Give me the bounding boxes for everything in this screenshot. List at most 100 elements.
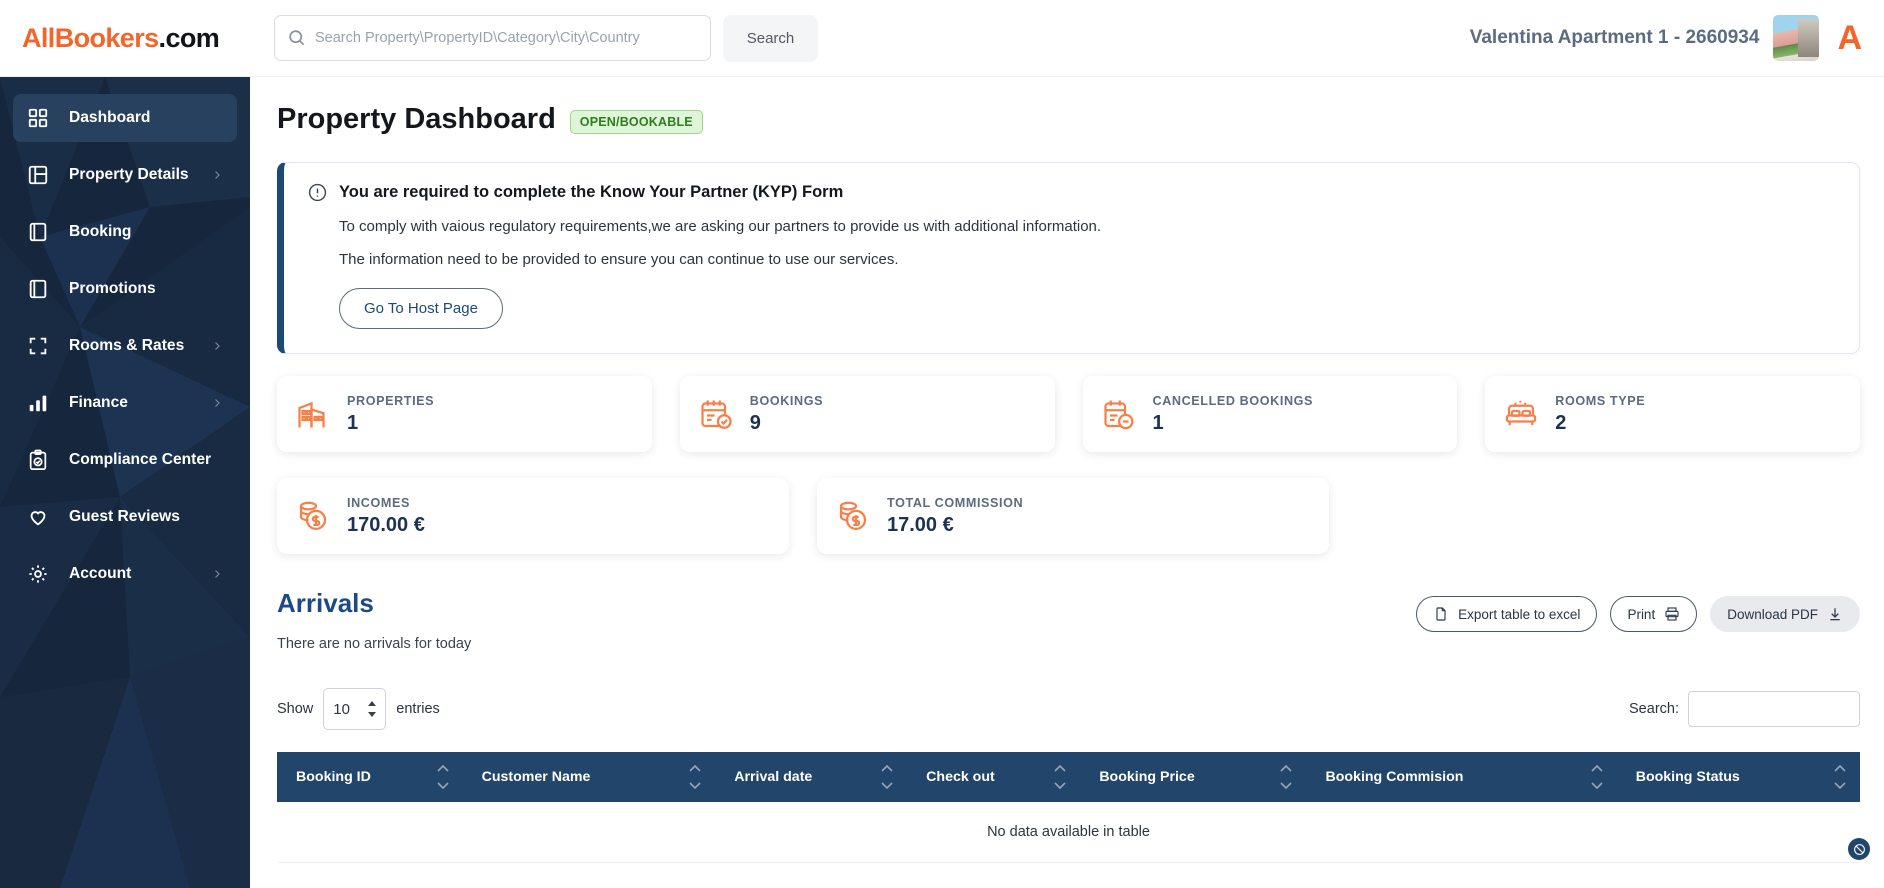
stat-value: 17.00 € <box>887 513 954 536</box>
column-header-booking-status[interactable]: Booking Status <box>1616 752 1860 802</box>
table-search-input[interactable] <box>1688 691 1860 727</box>
sort-toggle-icon[interactable] <box>689 764 701 790</box>
file-icon <box>1436 607 1446 621</box>
global-search-wrapper <box>274 15 711 61</box>
page-header: Property Dashboard OPEN/BOOKABLE <box>277 103 1860 136</box>
table-search-group: Search: <box>1629 691 1860 727</box>
print-button[interactable]: Print <box>1610 596 1698 632</box>
sidebar: Dashboard Property Details Booking Promo… <box>0 77 250 888</box>
sort-toggle-icon[interactable] <box>881 764 893 790</box>
stat-label: BOOKINGS <box>749 393 824 408</box>
stat-value: 1 <box>1152 411 1164 434</box>
column-label: Arrival date <box>734 769 813 785</box>
top-bar: AllBookers.com Search Valentina Apartmen… <box>0 0 1884 77</box>
column-header-booking-commision[interactable]: Booking Commision <box>1306 752 1617 802</box>
column-header-arrival-date[interactable]: Arrival date <box>715 752 908 802</box>
sidebar-item-promotions[interactable]: Promotions <box>13 265 237 313</box>
sort-toggle-icon[interactable] <box>1591 764 1603 790</box>
stat-card-properties[interactable]: PROPERTIES 1 <box>277 376 652 452</box>
sort-toggle-icon[interactable] <box>437 764 449 790</box>
search-button[interactable]: Search <box>723 14 818 62</box>
heart-icon <box>27 506 49 528</box>
entries-select[interactable]: 10 25 50 100 <box>323 688 387 730</box>
sidebar-item-guest-reviews[interactable]: Guest Reviews <box>13 493 237 541</box>
sidebar-item-label: Property Details <box>69 166 189 183</box>
alert-title-row: You are required to complete the Know Yo… <box>308 183 1835 202</box>
property-thumbnail[interactable] <box>1773 15 1820 61</box>
column-header-booking-id[interactable]: Booking ID <box>277 752 463 802</box>
column-header-customer-name[interactable]: Customer Name <box>462 752 716 802</box>
column-header-booking-price[interactable]: Booking Price <box>1080 752 1307 802</box>
table-head: Booking ID Customer Name Arrival date Ch… <box>277 752 1860 802</box>
brand-logo-part2: Bookers <box>54 22 159 53</box>
sort-toggle-icon[interactable] <box>1054 764 1066 790</box>
entries-label: entries <box>396 701 440 717</box>
layout-icon <box>27 164 49 186</box>
clipboard-check-icon <box>27 449 49 471</box>
alert-line-2: The information need to be provided to e… <box>339 251 899 268</box>
avatar[interactable]: A <box>1833 21 1862 55</box>
stat-label: TOTAL COMMISSION <box>887 495 1024 510</box>
column-label: Booking Price <box>1099 769 1195 785</box>
download-pdf-label: Download PDF <box>1727 606 1818 622</box>
stat-value: 1 <box>347 411 359 434</box>
go-to-host-page-button[interactable]: Go To Host Page <box>339 288 503 329</box>
sidebar-item-label: Account <box>69 565 132 582</box>
column-header-check-out[interactable]: Check out <box>907 752 1081 802</box>
sort-toggle-icon[interactable] <box>1280 764 1293 790</box>
kyp-alert: You are required to complete the Know Yo… <box>277 162 1860 354</box>
page-title: Property Dashboard <box>277 103 556 135</box>
brand-logo-part3: .com <box>158 22 220 53</box>
stat-value: 2 <box>1555 411 1567 434</box>
column-label: Booking Status <box>1635 769 1740 785</box>
download-pdf-button[interactable]: Download PDF <box>1710 596 1860 632</box>
exclamation-circle-icon <box>308 183 327 202</box>
table-body: No data available in table <box>277 802 1860 863</box>
column-label: Booking Commision <box>1325 769 1464 785</box>
sidebar-item-dashboard[interactable]: Dashboard <box>13 94 237 142</box>
sidebar-item-label: Finance <box>69 394 128 411</box>
calendar-minus-icon <box>1103 400 1133 430</box>
stat-card-cancelled-bookings[interactable]: CANCELLED BOOKINGS 1 <box>1082 376 1458 452</box>
show-label: Show <box>277 701 314 717</box>
stat-label: ROOMS TYPE <box>1555 393 1646 408</box>
alert-line-1: To comply with vaious regulatory require… <box>339 218 1102 235</box>
arrivals-title: Arrivals <box>277 588 374 618</box>
chevron-right-icon <box>215 171 220 179</box>
global-search-input[interactable] <box>274 15 711 61</box>
sidebar-item-property-details[interactable]: Property Details <box>13 151 237 199</box>
table-row: No data available in table <box>277 802 1860 863</box>
stat-card-rooms-type[interactable]: ROOMS TYPE 2 <box>1485 376 1860 452</box>
table-empty-message: No data available in table <box>277 802 1860 863</box>
settings-badge-icon[interactable] <box>1848 838 1870 860</box>
entries-select-wrapper: 10 25 50 100 <box>323 688 387 730</box>
sort-toggle-icon[interactable] <box>1834 764 1846 790</box>
sidebar-nav: Dashboard Property Details Booking Promo… <box>0 94 250 598</box>
column-label: Customer Name <box>481 769 591 785</box>
column-label: Booking ID <box>296 769 371 785</box>
sidebar-item-finance[interactable]: Finance <box>13 379 237 427</box>
search-icon <box>289 30 305 46</box>
stat-label: CANCELLED BOOKINGS <box>1152 393 1314 408</box>
main-content: Property Dashboard OPEN/BOOKABLE You are… <box>250 77 1884 888</box>
stat-value: 170.00 € <box>347 513 425 536</box>
coins-icon <box>299 501 327 531</box>
stat-card-total-commission[interactable]: TOTAL COMMISSION 17.00 € <box>817 478 1329 554</box>
sidebar-item-rooms-rates[interactable]: Rooms & Rates <box>13 322 237 370</box>
stat-card-incomes[interactable]: INCOMES 170.00 € <box>277 478 789 554</box>
export-to-excel-button[interactable]: Export table to excel <box>1416 596 1598 632</box>
bar-chart-icon <box>27 392 49 414</box>
sidebar-item-compliance-center[interactable]: Compliance Center <box>13 436 237 484</box>
alert-title: You are required to complete the Know Yo… <box>339 183 844 201</box>
stat-card-bookings[interactable]: BOOKINGS 9 <box>679 376 1055 452</box>
download-icon <box>1830 608 1840 621</box>
brand-logo[interactable]: AllBookers.com <box>0 23 250 54</box>
sidebar-item-label: Dashboard <box>69 109 151 126</box>
table-controls: Show 10 25 50 100 entries Search: <box>277 688 1860 730</box>
coins-icon <box>839 501 867 531</box>
chevron-right-icon <box>215 399 220 407</box>
stat-label: INCOMES <box>347 495 410 510</box>
sidebar-item-booking[interactable]: Booking <box>13 208 237 256</box>
chevron-right-icon <box>215 570 220 578</box>
sidebar-item-account[interactable]: Account <box>13 550 237 598</box>
